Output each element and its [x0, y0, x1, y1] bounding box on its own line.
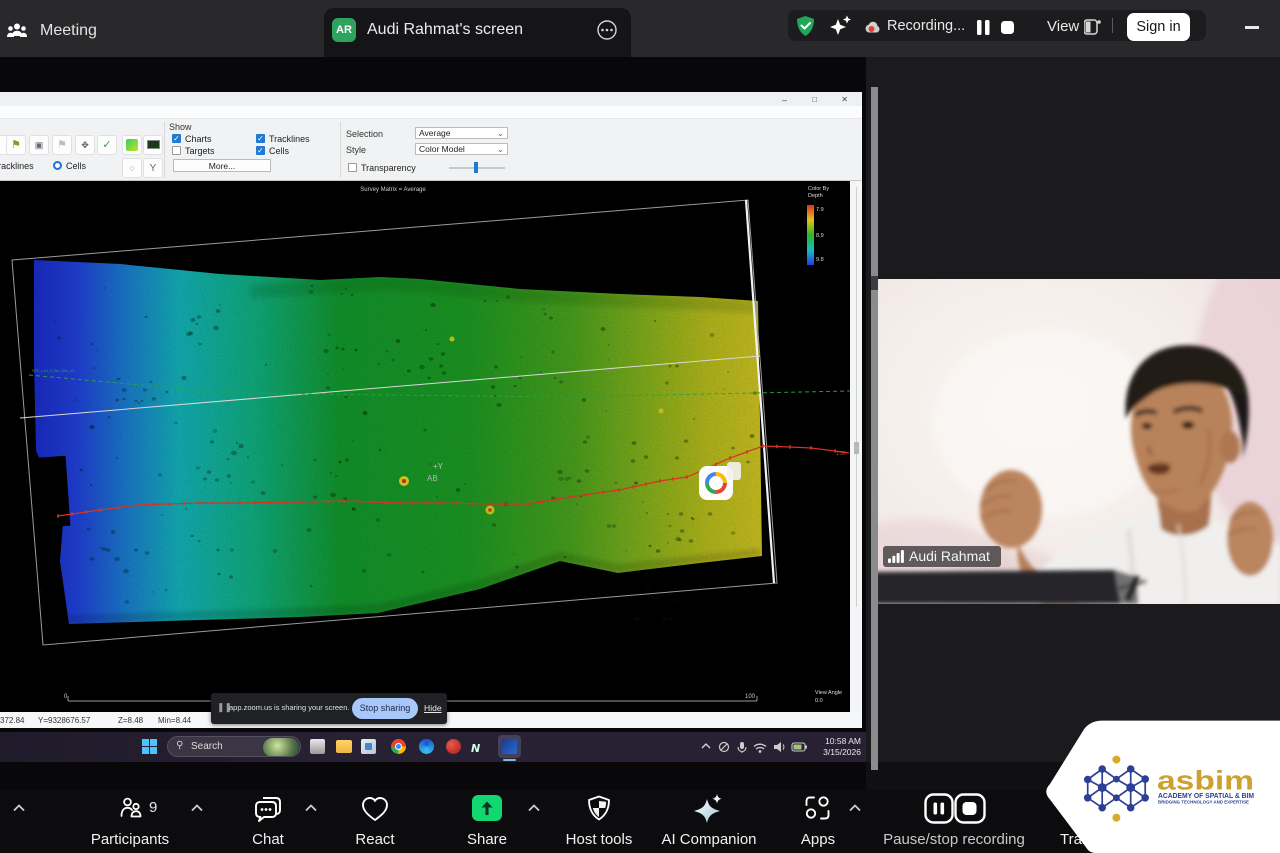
- svg-text:7.9: 7.9: [816, 207, 824, 213]
- svg-text:View Angle: View Angle: [815, 690, 842, 696]
- svg-text:Depth: Depth: [808, 193, 823, 199]
- svg-text:1:30: 1:30: [836, 451, 846, 457]
- svg-text:AB: AB: [427, 474, 438, 483]
- svg-text:8.9: 8.9: [816, 233, 824, 239]
- svg-text:S01_L14_0.5m_20x_v1: S01_L14_0.5m_20x_v1: [32, 368, 75, 373]
- svg-text:BRIDGING TECHNOLOGY AND EXPERT: BRIDGING TECHNOLOGY AND EXPERTISE: [1158, 800, 1249, 805]
- svg-text:100: 100: [745, 694, 756, 700]
- svg-text:0.0: 0.0: [815, 698, 823, 704]
- svg-text:0: 0: [64, 694, 68, 700]
- svg-text:Survey Matrix = Average: Survey Matrix = Average: [360, 187, 426, 193]
- svg-text:asbim: asbim: [1157, 766, 1254, 796]
- svg-text:Color By: Color By: [808, 186, 829, 192]
- svg-text:9.8: 9.8: [816, 257, 824, 263]
- svg-text:+Y: +Y: [433, 462, 444, 471]
